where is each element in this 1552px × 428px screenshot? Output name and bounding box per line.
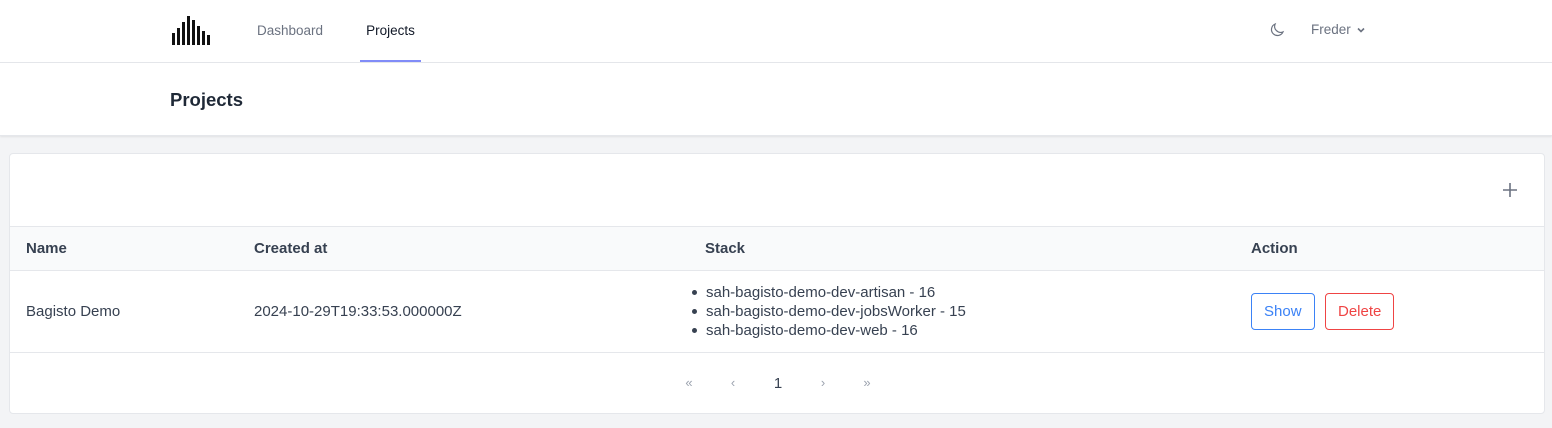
project-name: Bagisto Demo xyxy=(26,303,121,320)
current-page[interactable]: 1 xyxy=(771,374,785,394)
stack-item: sah-bagisto-demo-dev-jobsWorker - 15 xyxy=(692,302,966,321)
moon-icon[interactable] xyxy=(1268,21,1286,39)
column-header-name: Name xyxy=(26,240,67,257)
stack-item: sah-bagisto-demo-dev-web - 16 xyxy=(692,321,966,340)
column-header-action: Action xyxy=(1251,240,1298,257)
top-navigation: Dashboard Projects Freder xyxy=(0,0,1552,63)
logo-icon[interactable] xyxy=(172,16,210,45)
user-menu[interactable]: Freder xyxy=(1311,21,1367,39)
column-header-created-at: Created at xyxy=(254,240,328,257)
table-row: Bagisto Demo 2024-10-29T19:33:53.000000Z… xyxy=(10,271,1544,353)
last-page-button[interactable]: » xyxy=(858,373,876,393)
next-page-button[interactable]: › xyxy=(816,373,830,393)
pagination: « ‹ 1 › » xyxy=(10,353,1544,413)
stack-item: sah-bagisto-demo-dev-artisan - 16 xyxy=(692,283,966,302)
first-page-button[interactable]: « xyxy=(680,373,698,393)
prev-page-button[interactable]: ‹ xyxy=(726,373,740,393)
page-title: Projects xyxy=(170,89,244,110)
projects-card: Name Created at Stack Action Bagisto Dem… xyxy=(9,153,1545,414)
nav-link-dashboard[interactable]: Dashboard xyxy=(257,0,323,62)
user-name: Freder xyxy=(1311,22,1351,37)
plus-icon[interactable] xyxy=(1500,180,1520,200)
column-header-stack: Stack xyxy=(705,240,746,257)
chevron-down-icon xyxy=(1357,27,1365,33)
table-header: Name Created at Stack Action xyxy=(10,226,1544,271)
delete-button[interactable]: Delete xyxy=(1325,293,1395,330)
show-button[interactable]: Show xyxy=(1251,293,1315,330)
stack-list: sah-bagisto-demo-dev-artisan - 16 sah-ba… xyxy=(692,283,966,340)
page-header: Projects xyxy=(0,63,1552,136)
nav-link-projects[interactable]: Projects xyxy=(360,0,421,62)
project-created-at: 2024-10-29T19:33:53.000000Z xyxy=(254,303,462,320)
